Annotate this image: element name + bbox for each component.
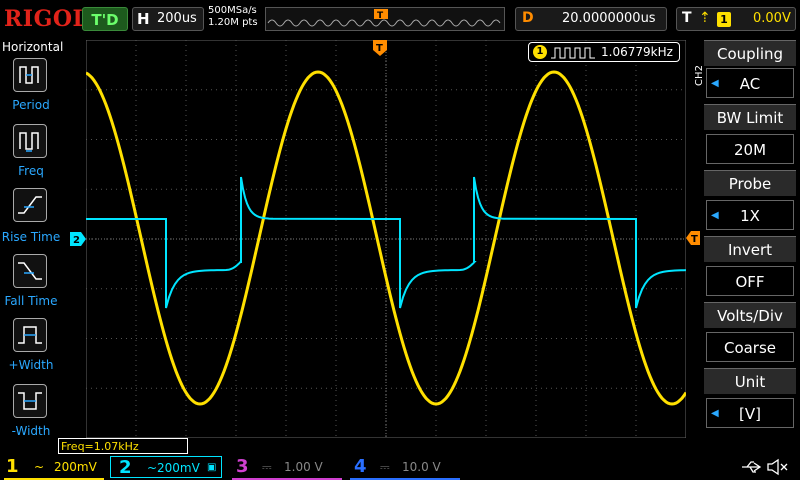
timebase-box[interactable]: H 200us xyxy=(132,7,204,31)
pos-width-button[interactable] xyxy=(13,318,47,352)
period-icon xyxy=(19,66,39,84)
volts-div-title: Volts/Div xyxy=(704,302,796,328)
left-panel-title: Horizontal xyxy=(2,40,64,54)
volts-div-value: Coarse xyxy=(723,339,777,357)
measurement-value: 1.06779kHz xyxy=(601,45,673,59)
horizontal-label: H xyxy=(137,10,150,28)
bw-limit-icon: ▣ xyxy=(207,462,217,473)
coupling-menu-button[interactable]: ◀ AC xyxy=(706,68,794,98)
ch1-status[interactable]: 1 ~ 200mV xyxy=(4,456,104,480)
dc-coupling-icon: ⎓ xyxy=(262,460,272,474)
unit-title: Unit xyxy=(704,368,796,394)
trigger-level-marker[interactable]: T xyxy=(686,231,700,245)
probe-title: Probe xyxy=(704,170,796,196)
menu-arrow-icon: ◀ xyxy=(711,210,719,221)
rise-time-label: Rise Time xyxy=(1,230,61,244)
rising-edge-icon: ⇡ xyxy=(699,10,711,26)
invert-title: Invert xyxy=(704,236,796,262)
neg-width-icon xyxy=(18,392,42,410)
delay-value: 20.0000000us xyxy=(562,11,656,26)
fall-time-button[interactable] xyxy=(13,254,47,288)
probe-value: 1X xyxy=(740,207,760,225)
ch3-status[interactable]: 3 ⎓ 1.00 V xyxy=(232,456,342,480)
memory-waveform-icon: T xyxy=(267,9,501,27)
memory-overview[interactable]: T xyxy=(265,7,505,31)
ch3-number: 3 xyxy=(236,456,249,477)
menu-channel-label: CH2 xyxy=(693,65,705,86)
ch1-scale: 200mV xyxy=(54,460,97,474)
ac-coupling-icon: ~ xyxy=(147,461,158,475)
pos-width-icon xyxy=(18,326,42,344)
volts-div-menu-button[interactable]: Coarse xyxy=(706,332,794,362)
delay-label: D xyxy=(522,10,534,26)
sample-rate: 500MSa/s xyxy=(208,5,257,16)
memory-depth: 1.20M pts xyxy=(208,17,258,28)
ch1-number: 1 xyxy=(6,456,19,477)
freq-icon xyxy=(19,132,39,152)
trigger-position-marker[interactable]: T xyxy=(373,40,387,56)
dc-coupling-icon: ⎓ xyxy=(380,460,390,474)
menu-arrow-icon: ◀ xyxy=(711,408,719,419)
bw-limit-menu-button[interactable]: 20M xyxy=(706,134,794,164)
ch3-scale: 1.00 V xyxy=(284,460,323,474)
brand-logo: RIGOL xyxy=(4,6,89,32)
unit-value: [V] xyxy=(739,405,761,423)
invert-menu-button[interactable]: OFF xyxy=(706,266,794,296)
bw-limit-value: 20M xyxy=(733,141,767,159)
speaker-mute-icon[interactable] xyxy=(766,458,790,476)
ch2-number: 2 xyxy=(119,457,132,478)
frequency-counter: Freq=1.07kHz xyxy=(58,438,188,454)
unit-menu-button[interactable]: ◀ [V] xyxy=(706,398,794,428)
period-label: Period xyxy=(12,98,50,112)
ac-coupling-icon: ~ xyxy=(34,460,45,474)
fall-time-label: Fall Time xyxy=(4,294,58,308)
bw-limit-title: BW Limit xyxy=(704,104,796,130)
trigger-box[interactable]: T ⇡ 1 0.00V xyxy=(676,7,796,31)
trigger-level-label: T xyxy=(691,234,698,245)
usb-icon xyxy=(742,461,762,473)
memory-trigger-marker: T xyxy=(377,11,384,21)
coupling-title: Coupling xyxy=(704,40,796,66)
ch4-scale: 10.0 V xyxy=(402,460,441,474)
pos-width-label: +Width xyxy=(8,358,54,372)
sample-info: 500MSa/s 1.20M pts xyxy=(208,5,258,29)
rise-time-icon xyxy=(18,196,42,214)
trigger-position-label: T xyxy=(376,43,383,54)
delay-box[interactable]: D 20.0000000us xyxy=(515,7,667,31)
freq-button[interactable] xyxy=(13,124,47,158)
rise-time-button[interactable] xyxy=(13,188,47,222)
ch2-scale: 200mV xyxy=(157,461,200,475)
trigger-channel: 1 xyxy=(717,12,731,27)
freq-label: Freq xyxy=(18,164,44,178)
invert-value: OFF xyxy=(735,273,765,291)
trigger-label: T xyxy=(682,10,692,26)
coupling-value: AC xyxy=(739,75,761,93)
period-button[interactable] xyxy=(13,58,47,92)
neg-width-button[interactable] xyxy=(13,384,47,418)
ch2-offset-label: 2 xyxy=(73,235,80,246)
measurement-channel: 1 xyxy=(533,45,547,59)
probe-menu-button[interactable]: ◀ 1X xyxy=(706,200,794,230)
timebase-value: 200us xyxy=(157,11,197,26)
ch2-status[interactable]: 2 ~ 200mV ▣ xyxy=(110,456,222,478)
run-status-badge[interactable]: T'D xyxy=(82,7,128,31)
frequency-measurement[interactable]: 1 1.06779kHz xyxy=(528,42,680,62)
menu-arrow-icon: ◀ xyxy=(711,78,719,89)
neg-width-label: -Width xyxy=(11,424,51,438)
waveform-display[interactable] xyxy=(86,40,686,438)
ch4-number: 4 xyxy=(354,456,367,477)
ch4-status[interactable]: 4 ⎓ 10.0 V xyxy=(350,456,460,480)
ch2-offset-marker[interactable]: 2 xyxy=(70,232,86,246)
square-wave-icon xyxy=(551,47,595,59)
fall-time-icon xyxy=(18,262,42,280)
trigger-level: 0.00V xyxy=(753,11,791,26)
